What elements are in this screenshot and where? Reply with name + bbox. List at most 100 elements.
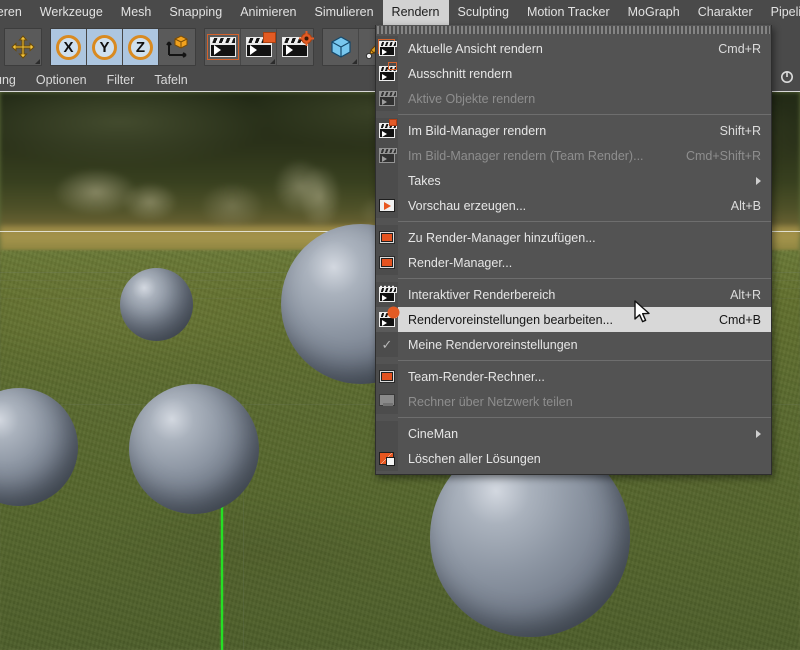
submenu-arrow-icon bbox=[756, 176, 761, 185]
flyout-corner bbox=[270, 59, 275, 64]
toolbar-group-render bbox=[204, 28, 314, 66]
menu-item-shortcut: Alt+R bbox=[730, 287, 761, 302]
menu-item-meine-rendervoreinstellungen[interactable]: ✓ Meine Rendervoreinstellungen bbox=[376, 332, 771, 357]
menu-tearoff-handle[interactable] bbox=[377, 26, 770, 34]
render-region-clapper-icon bbox=[378, 62, 397, 81]
render-picture-viewer-icon bbox=[378, 119, 397, 138]
axis-z-label: Z bbox=[135, 38, 146, 56]
menu-item-label: Vorschau erzeugen... bbox=[408, 198, 527, 213]
menu-item-shortcut: Cmd+R bbox=[718, 41, 761, 56]
menu-item-label: Löschen aller Lösungen bbox=[408, 451, 541, 466]
menu-item-aktuelle-ansicht-rendern[interactable]: Aktuelle Ansicht rendern Cmd+R bbox=[376, 36, 771, 61]
menu-item-label: Team-Render-Rechner... bbox=[408, 369, 545, 384]
menu-icon-cell bbox=[376, 250, 398, 275]
menu-icon-cell bbox=[376, 307, 398, 332]
menu-item-render-manager[interactable]: Render-Manager... bbox=[376, 250, 771, 275]
menu-item-cineman[interactable]: CineMan bbox=[376, 421, 771, 446]
menu-icon-cell: ✓ bbox=[376, 332, 398, 357]
menu-item-label: Rendervoreinstellungen bearbeiten... bbox=[408, 312, 613, 327]
menu-item-shortcut: Cmd+Shift+R bbox=[685, 148, 761, 163]
menu-item-label: CineMan bbox=[408, 426, 459, 441]
menu-item-interaktiver-renderbereich[interactable]: Interaktiver Renderbereich Alt+R bbox=[376, 282, 771, 307]
edit-render-settings-icon bbox=[378, 308, 398, 327]
menu-item-team-render-rechner[interactable]: Team-Render-Rechner... bbox=[376, 364, 771, 389]
menu-tab-simulieren[interactable]: Simulieren bbox=[305, 0, 382, 25]
menu-tab-erstellen[interactable]: ieren bbox=[0, 0, 31, 25]
axis-x-button[interactable]: X bbox=[51, 29, 87, 65]
axis-y-icon: Y bbox=[92, 34, 117, 60]
rendern-dropdown-menu: Aktuelle Ansicht rendern Cmd+R Ausschnit… bbox=[375, 25, 772, 475]
render-view-button[interactable] bbox=[205, 29, 241, 65]
menu-tab-charakter[interactable]: Charakter bbox=[689, 0, 762, 25]
render-to-picture-viewer-button[interactable] bbox=[241, 29, 277, 65]
menu-item-im-bild-manager-rendern-team-render: Im Bild-Manager rendern (Team Render)...… bbox=[376, 143, 771, 168]
submenu-arrow-icon bbox=[756, 429, 761, 438]
team-render-picture-viewer-icon bbox=[378, 148, 397, 163]
rotate-icon[interactable] bbox=[780, 70, 794, 84]
coordinate-system-button[interactable] bbox=[159, 29, 195, 65]
menu-icon-cell bbox=[376, 168, 398, 193]
menu-tab-mesh[interactable]: Mesh bbox=[112, 0, 161, 25]
menu-icon-cell bbox=[376, 364, 398, 389]
menu-item-shortcut: Cmd+B bbox=[718, 312, 761, 327]
viewport-tab-optionen[interactable]: Optionen bbox=[26, 73, 97, 87]
flyout-corner bbox=[352, 59, 357, 64]
menu-item-label: Render-Manager... bbox=[408, 255, 513, 270]
menu-tab-sculpting[interactable]: Sculpting bbox=[449, 0, 518, 25]
render-queue-icon bbox=[378, 255, 396, 270]
interactive-render-region-icon bbox=[378, 285, 397, 302]
menu-icon-cell bbox=[376, 118, 398, 143]
menu-item-rendervoreinstellungen-bearbeiten[interactable]: Rendervoreinstellungen bearbeiten... Cmd… bbox=[376, 307, 771, 332]
menu-item-label: Zu Render-Manager hinzufügen... bbox=[408, 230, 596, 245]
menu-item-shortcut: Alt+B bbox=[730, 198, 761, 213]
menu-item-loeschen-aller-loesungen[interactable]: Löschen aller Lösungen bbox=[376, 446, 771, 471]
menu-item-label: Aktuelle Ansicht rendern bbox=[408, 41, 543, 56]
menu-item-label: Rechner über Netzwerk teilen bbox=[408, 394, 573, 409]
menu-tab-motion-tracker[interactable]: Motion Tracker bbox=[518, 0, 619, 25]
menu-tab-mograph[interactable]: MoGraph bbox=[619, 0, 689, 25]
viewport-tab-filter[interactable]: Filter bbox=[97, 73, 145, 87]
menu-separator bbox=[398, 114, 771, 115]
menu-icon-cell bbox=[376, 421, 398, 446]
menu-item-vorschau-erzeugen[interactable]: Vorschau erzeugen... Alt+B bbox=[376, 193, 771, 218]
axis-y-button[interactable]: Y bbox=[87, 29, 123, 65]
menu-item-label: Meine Rendervoreinstellungen bbox=[408, 337, 578, 352]
sphere-small-left[interactable] bbox=[120, 268, 193, 341]
menu-tab-animieren[interactable]: Animieren bbox=[231, 0, 305, 25]
add-cube-object-button[interactable] bbox=[323, 29, 359, 65]
menu-icon-cell bbox=[376, 193, 398, 218]
menu-item-im-bild-manager-rendern[interactable]: Im Bild-Manager rendern Shift+R bbox=[376, 118, 771, 143]
axis-z-button[interactable]: Z bbox=[123, 29, 159, 65]
render-settings-clapper-gear-icon bbox=[282, 31, 314, 57]
render-view-clapper-icon bbox=[378, 39, 397, 56]
menu-icon-cell bbox=[376, 282, 398, 307]
render-view-clapper-icon bbox=[206, 34, 239, 60]
toolbar-group-transform bbox=[4, 28, 42, 66]
menu-item-aktive-objekte-rendern: Aktive Objekte rendern bbox=[376, 86, 771, 111]
menu-item-ausschnitt-rendern[interactable]: Ausschnitt rendern bbox=[376, 61, 771, 86]
axis-z-icon: Z bbox=[128, 34, 153, 60]
menu-item-takes[interactable]: Takes bbox=[376, 168, 771, 193]
viewport-tab-ansicht[interactable]: ung bbox=[0, 73, 26, 87]
render-active-objects-icon bbox=[378, 91, 397, 106]
move-tool-button[interactable] bbox=[5, 29, 41, 65]
cube-icon bbox=[330, 36, 351, 58]
menu-icon-cell bbox=[376, 86, 398, 111]
menu-tab-rendern[interactable]: Rendern bbox=[382, 0, 449, 25]
menu-separator bbox=[398, 417, 771, 418]
team-render-machines-icon bbox=[378, 369, 396, 384]
menu-item-label: Im Bild-Manager rendern (Team Render)... bbox=[408, 148, 644, 163]
menu-icon-cell bbox=[376, 225, 398, 250]
menu-tab-snapping[interactable]: Snapping bbox=[160, 0, 231, 25]
menu-tab-werkzeuge[interactable]: Werkzeuge bbox=[31, 0, 112, 25]
share-machine-network-icon bbox=[378, 394, 396, 409]
axis-x-icon: X bbox=[56, 34, 81, 60]
menu-icon-cell bbox=[376, 389, 398, 414]
menu-bar: ieren Werkzeuge Mesh Snapping Animieren … bbox=[0, 0, 800, 25]
render-settings-button[interactable] bbox=[277, 29, 314, 65]
menu-tab-pipeline[interactable]: Pipelin bbox=[762, 0, 800, 25]
viewport-tab-tafeln[interactable]: Tafeln bbox=[144, 73, 197, 87]
axis-x-label: X bbox=[63, 38, 74, 56]
menu-item-zu-render-manager-hinzufuegen[interactable]: Zu Render-Manager hinzufügen... bbox=[376, 225, 771, 250]
sphere-mid-lower[interactable] bbox=[129, 384, 259, 514]
